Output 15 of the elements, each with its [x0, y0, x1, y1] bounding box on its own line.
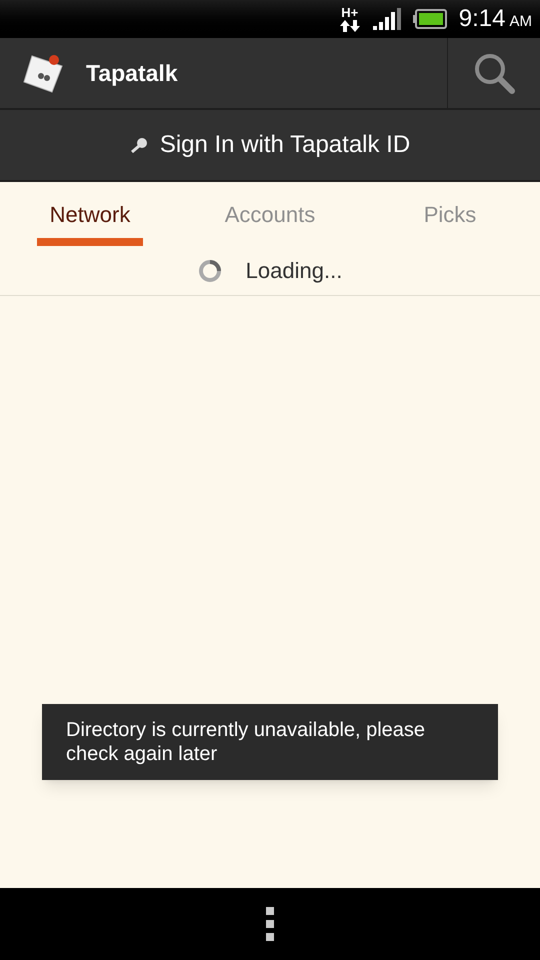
search-icon — [473, 52, 515, 94]
loading-spinner-icon — [198, 258, 222, 282]
clock-time: 9:14 — [458, 4, 506, 34]
signal-icon — [372, 8, 401, 30]
clock-meridiem: AM — [510, 12, 532, 32]
app-title: Tapatalk — [86, 58, 179, 88]
network-type: H+ — [341, 6, 358, 18]
toast-message: Directory is currently unavailable, please check again later — [42, 704, 498, 780]
menu-icon — [266, 907, 274, 941]
loading-text: Loading... — [246, 257, 342, 285]
tab[interactable]: Network — [37, 182, 143, 246]
key-icon — [130, 137, 148, 153]
sign-in-button[interactable]: Sign In with Tapatalk ID — [0, 110, 540, 182]
battery-icon — [412, 9, 447, 29]
data-arrows-icon — [338, 18, 361, 32]
